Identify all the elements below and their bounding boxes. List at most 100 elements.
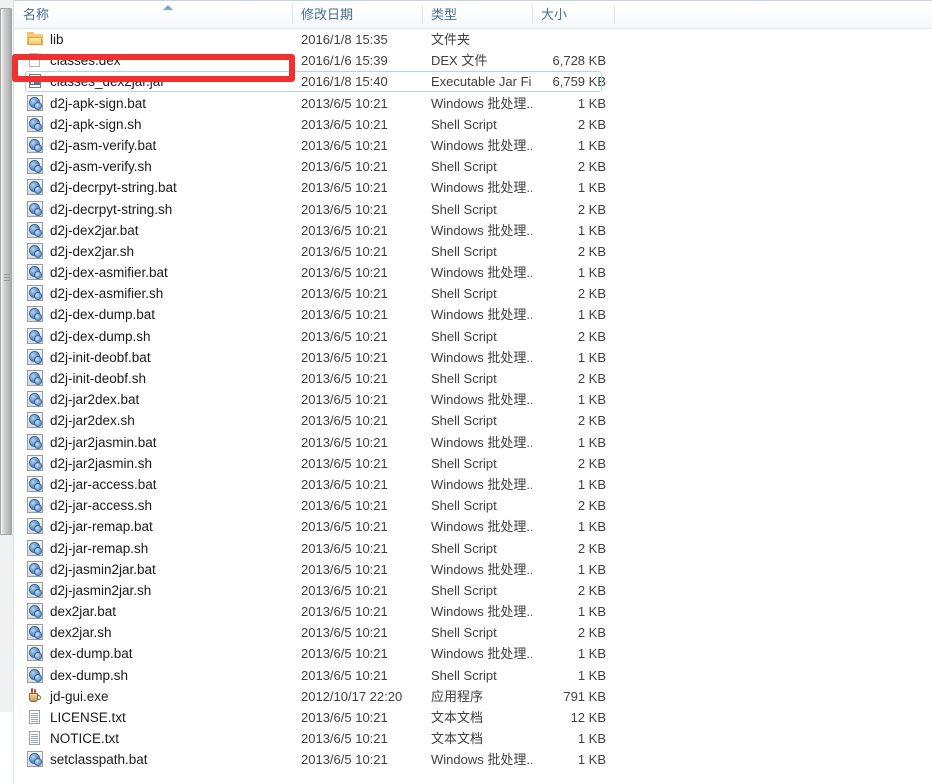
file-date-cell: 2016/1/8 15:35 <box>292 29 422 50</box>
file-name-cell[interactable]: d2j-jar-remap.sh <box>14 538 292 559</box>
file-name-cell[interactable]: d2j-jar2dex.bat <box>14 389 292 410</box>
table-row[interactable]: d2j-dex2jar.sh 2013/6/5 10:21 Shell Script… <box>14 241 932 262</box>
column-header-size[interactable]: 大小 <box>532 1 614 28</box>
file-type-cell: Shell Script <box>422 114 532 135</box>
table-row[interactable]: d2j-jar2dex.sh 2013/6/5 10:21 Shell Script… <box>14 410 932 431</box>
file-size-label: 2 KB <box>577 328 606 344</box>
table-row[interactable]: d2j-dex-asmifier.sh 2013/6/5 10:21 Shell S… <box>14 283 932 304</box>
file-size-label: 2 KB <box>577 455 606 471</box>
table-row[interactable]: d2j-jar2jasmin.bat 2013/6/5 10:21 Windows … <box>14 432 932 453</box>
file-name-cell[interactable]: setclasspath.bat <box>14 749 292 770</box>
file-name-cell[interactable]: lib <box>14 29 292 50</box>
file-type-label: Windows 批处理... <box>431 265 532 281</box>
file-type-cell: Shell Script <box>422 495 532 516</box>
file-name-label: d2j-apk-sign.bat <box>50 95 147 111</box>
table-row[interactable]: setclasspath.bat 2013/6/5 10:21 Windows 批处… <box>14 749 932 770</box>
file-name-cell[interactable]: dex-dump.bat <box>14 643 292 664</box>
file-name-cell[interactable]: classes_dex2jar.jar <box>14 71 292 92</box>
file-name-cell[interactable]: d2j-jar-remap.bat <box>14 516 292 537</box>
table-row[interactable]: d2j-asm-verify.sh 2013/6/5 10:21 Shell Scr… <box>14 156 932 177</box>
file-name-cell[interactable]: dex2jar.bat <box>14 601 292 622</box>
table-row[interactable]: d2j-jasmin2jar.sh 2013/6/5 10:21 Shell Scr… <box>14 580 932 601</box>
table-row[interactable]: d2j-apk-sign.bat 2013/6/5 10:21 Windows 批处… <box>14 93 932 114</box>
file-name-cell[interactable]: d2j-decrpyt-string.sh <box>14 199 292 220</box>
file-date-cell: 2013/6/5 10:21 <box>292 241 422 262</box>
table-row[interactable]: d2j-jar-access.bat 2013/6/5 10:21 Windows … <box>14 474 932 495</box>
table-row[interactable]: d2j-dex-dump.bat 2013/6/5 10:21 Windows 批处… <box>14 304 932 325</box>
table-row[interactable]: d2j-asm-verify.bat 2013/6/5 10:21 Windows … <box>14 135 932 156</box>
table-row[interactable]: d2j-dex-dump.sh 2013/6/5 10:21 Shell Scrip… <box>14 326 932 347</box>
column-header-type[interactable]: 类型 <box>422 1 532 28</box>
file-name-cell[interactable]: d2j-jar2dex.sh <box>14 410 292 431</box>
table-row[interactable]: d2j-decrpyt-string.bat 2013/6/5 10:21 Wind… <box>14 177 932 198</box>
file-name-cell[interactable]: d2j-dex-asmifier.bat <box>14 262 292 283</box>
table-row[interactable]: jd-gui.exe 2012/10/17 22:20 应用程序 791 KB <box>14 686 932 707</box>
vertical-scrollbar[interactable] <box>0 0 14 712</box>
file-name-cell[interactable]: d2j-jar2jasmin.bat <box>14 432 292 453</box>
file-name-cell[interactable]: d2j-jasmin2jar.sh <box>14 580 292 601</box>
file-name-cell[interactable]: d2j-dex2jar.sh <box>14 241 292 262</box>
file-name-cell[interactable]: d2j-dex2jar.bat <box>14 220 292 241</box>
file-type-cell: Shell Script <box>422 199 532 220</box>
table-row[interactable]: d2j-jar-remap.bat 2013/6/5 10:21 Windows 批… <box>14 516 932 537</box>
file-name-cell[interactable]: dex2jar.sh <box>14 622 292 643</box>
table-row[interactable]: d2j-jasmin2jar.bat 2013/6/5 10:21 Windows … <box>14 559 932 580</box>
table-row[interactable]: d2j-jar-remap.sh 2013/6/5 10:21 Shell Scri… <box>14 538 932 559</box>
file-name-cell[interactable]: d2j-jar-access.sh <box>14 495 292 516</box>
batch-script-icon <box>27 560 43 577</box>
table-row[interactable]: dex-dump.sh 2013/6/5 10:21 Shell Script 1 K… <box>14 665 932 686</box>
file-date-cell: 2013/6/5 10:21 <box>292 516 422 537</box>
shell-script-icon <box>27 370 43 386</box>
file-name-cell[interactable]: d2j-jasmin2jar.bat <box>14 559 292 580</box>
file-name-cell[interactable]: d2j-apk-sign.bat <box>14 93 292 114</box>
file-name-cell[interactable]: d2j-dex-asmifier.sh <box>14 283 292 304</box>
table-row[interactable]: dex2jar.bat 2013/6/5 10:21 Windows 批处理... 1… <box>14 601 932 622</box>
file-date-label: 2016/1/8 15:40 <box>301 74 388 90</box>
table-row[interactable]: LICENSE.txt 2013/6/5 10:21 文本文档 12 KB <box>14 707 932 728</box>
table-row[interactable]: classes.dex 2016/1/6 15:39 DEX 文件 6,728 KB <box>14 50 932 71</box>
file-name-cell[interactable]: d2j-init-deobf.bat <box>14 347 292 368</box>
table-row[interactable]: NOTICE.txt 2013/6/5 10:21 文本文档 1 KB <box>14 728 932 749</box>
file-name-cell[interactable]: d2j-asm-verify.sh <box>14 156 292 177</box>
file-name-cell[interactable]: d2j-dex-dump.sh <box>14 326 292 347</box>
file-name-cell[interactable]: d2j-asm-verify.bat <box>14 135 292 156</box>
table-row[interactable]: classes_dex2jar.jar 2016/1/8 15:40 Executa… <box>14 71 932 93</box>
file-name-cell[interactable]: jd-gui.exe <box>14 686 292 707</box>
file-name-cell[interactable]: d2j-apk-sign.sh <box>14 114 292 135</box>
table-row[interactable]: d2j-dex-asmifier.bat 2013/6/5 10:21 Window… <box>14 262 932 283</box>
file-name-cell[interactable]: d2j-jar-access.bat <box>14 474 292 495</box>
column-header-date[interactable]: 修改日期 <box>292 1 422 28</box>
file-size-cell: 1 KB <box>532 474 614 495</box>
scrollbar-thumb[interactable] <box>0 8 12 535</box>
file-size-label: 6,728 KB <box>552 53 607 69</box>
file-size-cell: 2 KB <box>532 538 614 559</box>
table-row[interactable]: lib 2016/1/8 15:35 文件夹 <box>14 29 932 50</box>
file-size-cell: 2 KB <box>532 156 614 177</box>
table-row[interactable]: dex2jar.sh 2013/6/5 10:21 Shell Script 2 KB <box>14 622 932 643</box>
sort-ascending-icon <box>163 5 173 10</box>
column-divider-4[interactable] <box>614 5 615 24</box>
file-date-cell: 2013/6/5 10:21 <box>292 262 422 283</box>
file-name-cell[interactable]: d2j-dex-dump.bat <box>14 304 292 325</box>
table-row[interactable]: d2j-decrpyt-string.sh 2013/6/5 10:21 Shell… <box>14 199 932 220</box>
table-row[interactable]: dex-dump.bat 2013/6/5 10:21 Windows 批处理...… <box>14 643 932 664</box>
file-name-cell[interactable]: classes.dex <box>14 50 292 71</box>
file-size-label: 1 KB <box>577 392 606 408</box>
file-name-label: classes.dex <box>50 53 121 69</box>
column-header-name[interactable]: 名称 <box>14 1 292 28</box>
table-row[interactable]: d2j-apk-sign.sh 2013/6/5 10:21 Shell Scrip… <box>14 114 932 135</box>
shell-script-icon <box>27 666 43 683</box>
file-name-cell[interactable]: LICENSE.txt <box>14 707 292 728</box>
file-name-cell[interactable]: NOTICE.txt <box>14 728 292 749</box>
table-row[interactable]: d2j-init-deobf.bat 2013/6/5 10:21 Windows … <box>14 347 932 368</box>
file-name-cell[interactable]: d2j-init-deobf.sh <box>14 368 292 389</box>
file-name-cell[interactable]: d2j-decrpyt-string.bat <box>14 177 292 198</box>
table-row[interactable]: d2j-init-deobf.sh 2013/6/5 10:21 Shell Scr… <box>14 368 932 389</box>
table-row[interactable]: d2j-jar-access.sh 2013/6/5 10:21 Shell Scr… <box>14 495 932 516</box>
table-row[interactable]: d2j-jar2dex.bat 2013/6/5 10:21 Windows 批处理… <box>14 389 932 410</box>
file-name-cell[interactable]: d2j-jar2jasmin.sh <box>14 453 292 474</box>
table-row[interactable]: d2j-jar2jasmin.sh 2013/6/5 10:21 Shell Scr… <box>14 453 932 474</box>
file-date-cell: 2013/6/5 10:21 <box>292 728 422 749</box>
table-row[interactable]: d2j-dex2jar.bat 2013/6/5 10:21 Windows 批处理… <box>14 220 932 241</box>
file-name-cell[interactable]: dex-dump.sh <box>14 665 292 686</box>
